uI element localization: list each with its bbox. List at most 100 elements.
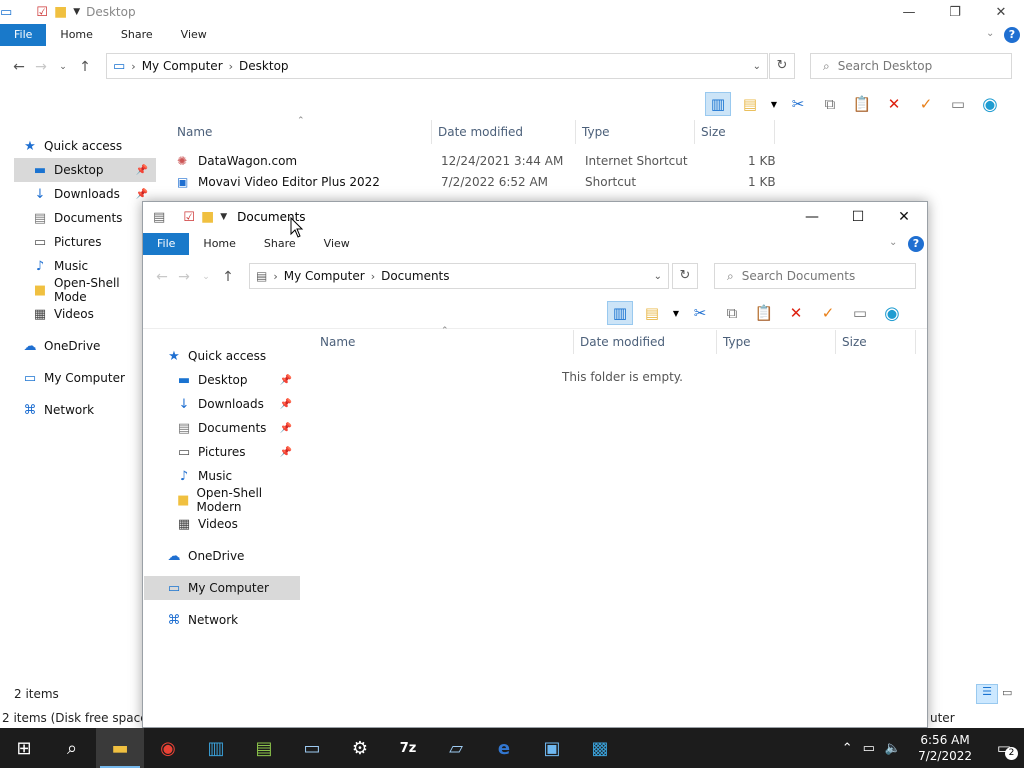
nav-pictures[interactable]: ▭ Pictures	[14, 230, 156, 254]
column-size[interactable]: Size	[836, 330, 916, 354]
nav-my-computer[interactable]: ▭ My Computer	[144, 576, 300, 600]
details-view-icon[interactable]: ☰	[976, 684, 998, 704]
back-icon[interactable]: ←	[151, 269, 173, 285]
breadcrumb-my-computer[interactable]: My Computer	[284, 269, 365, 283]
search-input[interactable]: ⌕ Search Desktop	[810, 53, 1012, 79]
file-row[interactable]: ✺ DataWagon.com 12/24/2021 3:44 AM Inter…	[177, 150, 802, 171]
cut-icon[interactable]: ✂	[687, 301, 713, 325]
customize-qa-icon[interactable]: ▼	[220, 212, 227, 222]
paste-icon[interactable]: 📋	[751, 301, 777, 325]
nav-desktop[interactable]: ▬ Desktop 📌	[144, 368, 300, 392]
address-bar[interactable]: ▭ › My Computer › Desktop ⌄	[106, 53, 768, 79]
search-input[interactable]: ⌕ Search Documents	[714, 263, 916, 289]
properties-icon[interactable]: ☑	[36, 5, 48, 20]
tab-file[interactable]: File	[143, 233, 190, 255]
chrome-icon[interactable]: ◉	[144, 728, 192, 768]
clock[interactable]: 6:56 AM 7/2/2022	[906, 732, 984, 764]
delete-icon[interactable]: ✕	[783, 301, 809, 325]
maximize-button[interactable]: ☐	[835, 202, 881, 232]
edge-icon[interactable]: e	[480, 728, 528, 768]
file-row[interactable]: ▣ Movavi Video Editor Plus 2022 7/2/2022…	[177, 171, 802, 192]
nav-downloads[interactable]: ↓ Downloads 📌	[144, 392, 300, 416]
nav-my-computer[interactable]: ▭ My Computer	[14, 366, 156, 390]
breadcrumb-my-computer[interactable]: My Computer	[142, 59, 223, 73]
column-date[interactable]: Date modified	[574, 330, 717, 354]
collapse-ribbon-icon[interactable]: ⌄	[986, 28, 994, 39]
nav-videos[interactable]: ▦ Videos	[14, 302, 156, 326]
folder-options-icon[interactable]: ▤	[639, 301, 665, 325]
nav-desktop[interactable]: ▬ Desktop 📌	[14, 158, 156, 182]
cut-icon[interactable]: ✂	[785, 92, 811, 116]
tab-home[interactable]: Home	[189, 233, 249, 255]
app-icon[interactable]: ▥	[192, 728, 240, 768]
address-dropdown-icon[interactable]: ⌄	[654, 271, 662, 282]
select-icon[interactable]: ✓	[815, 301, 841, 325]
file-explorer-icon[interactable]: ▬	[96, 728, 144, 768]
nav-music[interactable]: ♪ Music	[14, 254, 156, 278]
notifications-icon[interactable]: ▭ 2	[984, 728, 1024, 768]
paste-icon[interactable]: 📋	[849, 92, 875, 116]
nav-open-shell[interactable]: ■ Open-Shell Modern	[144, 486, 300, 514]
settings-icon[interactable]: ⚙	[336, 728, 384, 768]
breadcrumb-documents[interactable]: Documents	[381, 269, 449, 283]
recent-dropdown-icon[interactable]: ⌄	[195, 272, 217, 282]
nav-downloads[interactable]: ↓ Downloads 📌	[14, 182, 156, 206]
collapse-ribbon-icon[interactable]: ⌄	[889, 237, 897, 248]
select-icon[interactable]: ✓	[913, 92, 939, 116]
show-hidden-icons-icon[interactable]: ⌃	[837, 741, 858, 756]
tab-home[interactable]: Home	[46, 24, 106, 46]
volume-icon[interactable]: 🔈	[880, 741, 906, 756]
tab-share[interactable]: Share	[107, 24, 167, 46]
new-folder-icon[interactable]: ■	[201, 209, 214, 225]
copy-icon[interactable]: ⧉	[817, 92, 843, 116]
nav-documents[interactable]: ▤ Documents 📌	[144, 416, 300, 440]
properties-icon[interactable]: ☑	[183, 210, 195, 225]
nav-videos[interactable]: ▦ Videos	[144, 512, 300, 536]
word-icon[interactable]: ▭	[288, 728, 336, 768]
nav-quick-access[interactable]: ★ Quick access	[144, 344, 300, 368]
navigation-pane-icon[interactable]: ▥	[607, 301, 633, 325]
refresh-button[interactable]: ↻	[672, 263, 698, 289]
search-icon[interactable]: ⌕	[48, 728, 96, 768]
folder-options-dropdown-icon[interactable]: ▼	[769, 92, 779, 116]
folder-options-icon[interactable]: ▤	[737, 92, 763, 116]
start-icon[interactable]: ⊞	[0, 728, 48, 768]
app3-icon[interactable]: ▩	[576, 728, 624, 768]
up-icon[interactable]: ↑	[217, 269, 239, 285]
minimize-button[interactable]: —	[886, 0, 932, 24]
minimize-button[interactable]: —	[789, 202, 835, 232]
delete-icon[interactable]: ✕	[881, 92, 907, 116]
tab-view[interactable]: View	[310, 233, 364, 255]
help-icon[interactable]: ?	[1004, 27, 1020, 43]
nav-network[interactable]: ⌘ Network	[144, 608, 300, 632]
close-button[interactable]: ✕	[881, 202, 927, 232]
tab-file[interactable]: File	[0, 24, 47, 46]
rename-icon[interactable]: ▭	[847, 301, 873, 325]
large-icons-view-icon[interactable]: ▭	[1002, 686, 1012, 699]
shell-icon[interactable]: ◉	[977, 92, 1003, 116]
nav-onedrive[interactable]: ☁ OneDrive	[14, 334, 156, 358]
customize-qa-icon[interactable]: ▼	[73, 7, 80, 17]
maximize-button[interactable]: ❐	[932, 0, 978, 24]
shell-icon[interactable]: ◉	[879, 301, 905, 325]
address-bar[interactable]: ▤ › My Computer › Documents ⌄	[249, 263, 669, 289]
nav-quick-access[interactable]: ★ Quick access	[14, 134, 156, 158]
column-type[interactable]: Type	[717, 330, 836, 354]
nav-pictures[interactable]: ▭ Pictures 📌	[144, 440, 300, 464]
close-button[interactable]: ✕	[978, 0, 1024, 24]
nav-network[interactable]: ⌘ Network	[14, 398, 156, 422]
7zip-icon[interactable]: 7z	[384, 728, 432, 768]
help-icon[interactable]: ?	[908, 236, 924, 252]
new-folder-icon[interactable]: ■	[54, 4, 67, 20]
column-type[interactable]: Type	[576, 120, 695, 144]
network-app-icon[interactable]: ▤	[240, 728, 288, 768]
column-date[interactable]: Date modified	[432, 120, 576, 144]
app2-icon[interactable]: ▣	[528, 728, 576, 768]
nav-onedrive[interactable]: ☁ OneDrive	[144, 544, 300, 568]
nav-documents[interactable]: ▤ Documents	[14, 206, 156, 230]
network-status-icon[interactable]: ▭	[858, 741, 880, 756]
folder-options-dropdown-icon[interactable]: ▼	[671, 301, 681, 325]
column-size[interactable]: Size	[695, 120, 775, 144]
copy-icon[interactable]: ⧉	[719, 301, 745, 325]
forward-icon[interactable]: →	[30, 59, 52, 75]
